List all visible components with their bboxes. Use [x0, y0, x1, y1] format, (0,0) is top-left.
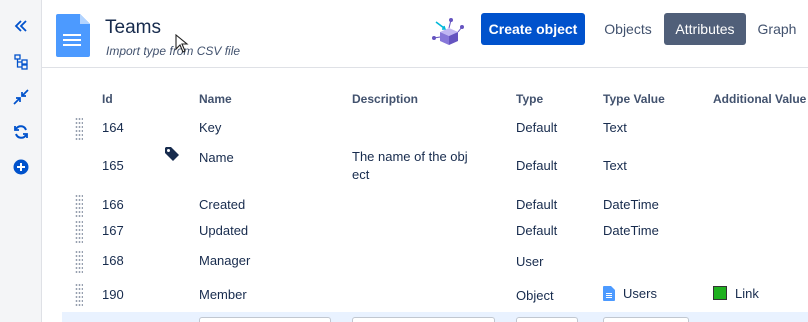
object-box-illustration [431, 17, 465, 47]
column-header-type-value[interactable]: Type Value [603, 92, 665, 106]
row-type: Default [516, 223, 558, 238]
row-additional-value-cell: Link [713, 286, 759, 301]
tab-objects[interactable]: Objects [597, 13, 659, 45]
add-icon[interactable] [12, 158, 30, 176]
row-name: Key [199, 120, 222, 135]
row-additional-value: Link [735, 286, 759, 301]
new-type-select[interactable] [516, 317, 578, 322]
object-type-icon [56, 14, 90, 57]
row-type: Object [516, 288, 554, 303]
create-object-button[interactable]: Create object [481, 13, 585, 45]
link-color-swatch [713, 286, 727, 300]
row-name: Updated [199, 223, 249, 238]
drag-handle-icon[interactable] [75, 284, 83, 308]
tab-graph[interactable]: Graph [752, 13, 802, 45]
row-type-value: Text [603, 158, 627, 173]
row-name: Created [199, 197, 246, 212]
column-header-name[interactable]: Name [199, 92, 232, 106]
row-description: The name of the obj ect [352, 149, 468, 182]
row-type-value-cell[interactable]: Users [603, 286, 657, 304]
row-name: Manager [199, 253, 251, 268]
drag-handle-icon[interactable] [75, 118, 83, 142]
new-type-value-select[interactable] [603, 317, 689, 322]
column-header-id[interactable]: Id [102, 92, 113, 106]
row-type-value: DateTime [603, 223, 659, 238]
drag-handle-icon[interactable] [75, 251, 83, 275]
row-type: Default [516, 197, 558, 212]
row-id: 167 [102, 223, 124, 238]
left-sidebar [0, 0, 42, 322]
row-type: Default [516, 120, 558, 135]
row-id: 190 [102, 287, 124, 302]
drag-handle-icon[interactable] [75, 221, 83, 245]
row-id: 168 [102, 253, 124, 268]
row-name: Member [199, 287, 247, 302]
drag-handle-icon[interactable] [75, 195, 83, 219]
page-subtitle: Import type from CSV file [106, 44, 241, 58]
tab-attributes[interactable]: Attributes [664, 13, 746, 45]
row-type: User [516, 254, 544, 269]
page-title: Teams [105, 17, 161, 38]
row-type-value: Users [623, 286, 657, 301]
row-type: Default [516, 158, 558, 173]
row-type-value: Text [603, 120, 627, 135]
row-name: Name [199, 150, 234, 165]
new-attribute-row [62, 312, 808, 322]
double-chevron-left-icon[interactable] [12, 17, 30, 35]
row-id: 165 [102, 158, 124, 173]
page-header: Teams Import type from CSV file Create o… [42, 0, 808, 68]
tag-icon [164, 146, 180, 165]
row-id: 164 [102, 120, 124, 135]
document-icon [603, 286, 615, 304]
hierarchy-icon[interactable] [12, 53, 30, 71]
refresh-icon[interactable] [12, 123, 30, 141]
mouse-pointer-icon [175, 33, 191, 54]
attributes-table: Id Name Description Type Type Value Addi… [42, 68, 808, 322]
column-header-description[interactable]: Description [352, 92, 418, 106]
collapse-icon[interactable] [12, 88, 30, 106]
new-name-input[interactable] [199, 317, 331, 322]
column-header-additional-value[interactable]: Additional Value [713, 92, 806, 106]
row-id: 166 [102, 197, 124, 212]
row-type-value: DateTime [603, 197, 659, 212]
column-header-type[interactable]: Type [516, 92, 543, 106]
new-description-input[interactable] [352, 317, 495, 322]
